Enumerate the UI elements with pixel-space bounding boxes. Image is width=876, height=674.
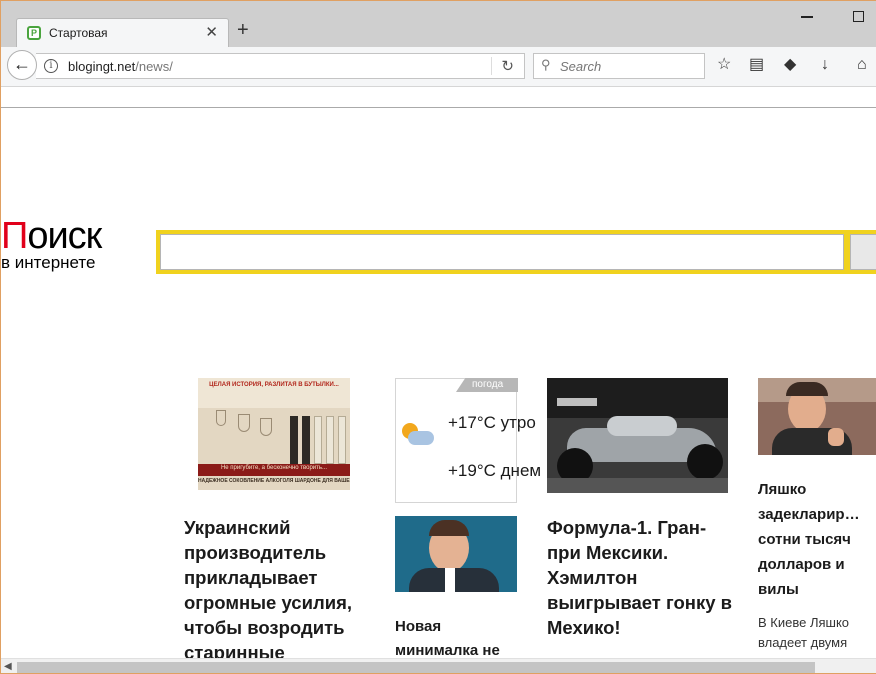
news-image-2[interactable] [395, 516, 517, 592]
horizontal-scrollbar[interactable]: ◀ [1, 658, 876, 673]
info-icon[interactable]: i [44, 59, 58, 73]
news-snippet-4: В Киеве Ляшко владеет двумя [758, 615, 850, 650]
toolbar-spacer [1, 88, 876, 108]
news-title-1[interactable]: Украинский производитель прикладывает ог… [184, 515, 374, 659]
close-tab-icon[interactable]: ✕ [205, 23, 218, 41]
search-icon: ⚲ [541, 57, 551, 72]
new-tab-button[interactable]: + [237, 20, 249, 40]
wine-ad-image[interactable]: ЦЕЛАЯ ИСТОРИЯ, РАЗЛИТАЯ В БУТЫЛКИ... Не … [198, 378, 350, 490]
weather-morning: +17°C утро [448, 413, 536, 432]
logo-title: Поиск [1, 217, 102, 255]
search-input[interactable]: Search [560, 59, 601, 74]
reload-icon[interactable]: ↻ [501, 57, 514, 75]
browser-search-bar[interactable]: ⚲ Search [533, 53, 705, 79]
downloads-icon[interactable]: ↓ [821, 57, 829, 73]
weather-widget[interactable]: погода +17°C утро +19°C днем [395, 378, 541, 503]
web-page: Поиск в интернете ЦЕЛАЯ ИСТОРИЯ, РАЗЛИТА… [1, 109, 876, 659]
tab-strip: P Стартовая ✕ + [1, 1, 876, 48]
f1-car-image[interactable] [547, 378, 728, 493]
site-search-button[interactable] [850, 234, 876, 270]
weather-day: +19°C днем [448, 461, 542, 480]
news-title-2[interactable]: Новая минималка не [395, 615, 525, 659]
ad-mid-text: Не пригубите, а бесконечно творить... [220, 465, 328, 471]
back-arrow-icon: ← [13, 54, 31, 74]
news-title-4[interactable]: Ляшко задекларир… сотни тысяч долларов и… [758, 477, 876, 602]
scroll-left-arrow-icon[interactable]: ◀ [4, 661, 12, 672]
news-title-3[interactable]: Формула-1. Гран-при Мексики. Хэмилтон вы… [547, 515, 732, 640]
logo-first-letter: П [1, 215, 28, 257]
url-bar-divider [491, 57, 492, 75]
url-bar[interactable]: i blogingt.net/news/ ↻ [36, 53, 525, 79]
bookmark-star-icon[interactable]: ☆ [717, 57, 731, 73]
logo-rest: оиск [27, 215, 102, 257]
tab-title: Стартовая [49, 26, 108, 40]
partly-cloudy-icon [402, 423, 434, 449]
logo-subtitle: в интернете [1, 253, 96, 272]
navigation-toolbar: i blogingt.net/news/ ↻ ← ⚲ Search ☆ ▤ ◆ … [1, 47, 876, 87]
ad-top-text: ЦЕЛАЯ ИСТОРИЯ, РАЗЛИТАЯ В БУТЫЛКИ... [209, 382, 339, 388]
site-search-box [156, 230, 876, 274]
tab-startovaya[interactable]: P Стартовая ✕ [16, 18, 229, 48]
url-text[interactable]: blogingt.net/news/ [68, 59, 173, 74]
news-image-4[interactable] [758, 378, 876, 455]
url-path: /news/ [135, 59, 173, 74]
ad-bottom-text: НАДЕЖНОЕ СОКОВЛЕНИЕ АЛКОГОЛЯ ШАРДОНЕ ДЛЯ… [198, 478, 350, 484]
site-logo[interactable]: Поиск в интернете [1, 217, 102, 273]
minimize-window-button[interactable] [801, 16, 813, 18]
maximize-window-button[interactable] [853, 11, 864, 22]
reader-view-icon[interactable]: ▤ [749, 57, 764, 73]
back-button[interactable]: ← [7, 50, 37, 80]
stylized-p-favicon-icon: P [27, 26, 41, 40]
site-search-input[interactable] [160, 234, 844, 270]
weather-label: погода [472, 379, 504, 390]
browser-window: P Стартовая ✕ + i blogingt.net/news/ ↻ ←… [0, 0, 876, 674]
scrollbar-thumb[interactable] [17, 662, 815, 673]
home-icon[interactable]: ⌂ [857, 57, 867, 73]
pocket-icon[interactable]: ◆ [784, 57, 796, 73]
url-host: blogingt.net [68, 59, 136, 74]
